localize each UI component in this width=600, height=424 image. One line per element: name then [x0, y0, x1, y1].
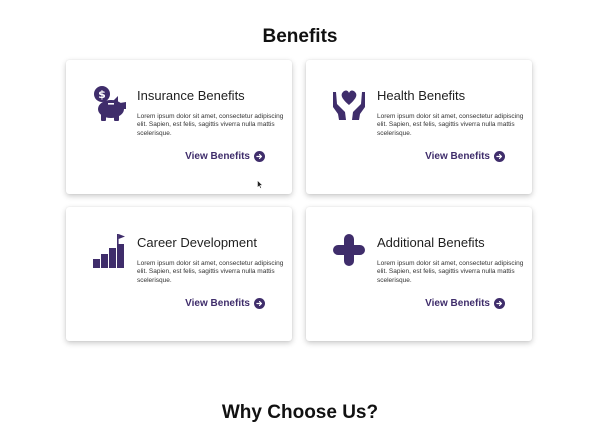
link-label: View Benefits: [425, 151, 490, 162]
view-benefits-link[interactable]: View Benefits: [425, 298, 505, 309]
plus-icon: [331, 231, 367, 269]
arrow-right-circle-icon: [494, 151, 505, 162]
card-title: Additional Benefits: [377, 235, 485, 250]
next-section-title: Why Choose Us?: [221, 402, 379, 423]
section-title: Benefits: [262, 26, 338, 47]
career-growth-icon: [91, 231, 127, 269]
card-description: Lorem ipsum dolor sit amet, consectetur …: [137, 113, 284, 137]
arrow-right-circle-icon: [254, 298, 265, 309]
hands-heart-icon: [331, 84, 367, 122]
view-benefits-link[interactable]: View Benefits: [425, 151, 505, 162]
card-title: Insurance Benefits: [137, 88, 245, 103]
benefit-card-additional: Additional Benefits Lorem ipsum dolor si…: [306, 207, 532, 341]
card-description: Lorem ipsum dolor sit amet, consectetur …: [137, 260, 284, 284]
card-description: Lorem ipsum dolor sit amet, consectetur …: [377, 260, 524, 284]
mouse-cursor-icon: [257, 176, 264, 189]
link-label: View Benefits: [185, 298, 250, 309]
piggy-bank-icon: $: [91, 84, 127, 122]
arrow-right-circle-icon: [494, 298, 505, 309]
view-benefits-link[interactable]: View Benefits: [185, 151, 265, 162]
card-title: Health Benefits: [377, 88, 466, 103]
benefit-card-career: Career Development Lorem ipsum dolor sit…: [66, 207, 292, 341]
view-benefits-link[interactable]: View Benefits: [185, 298, 265, 309]
svg-text:$: $: [98, 88, 106, 101]
card-description: Lorem ipsum dolor sit amet, consectetur …: [377, 113, 524, 137]
card-title: Career Development: [137, 235, 257, 250]
link-label: View Benefits: [185, 151, 250, 162]
link-label: View Benefits: [425, 298, 490, 309]
benefit-card-health: Health Benefits Lorem ipsum dolor sit am…: [306, 60, 532, 194]
benefit-card-insurance: $ Insurance Benefits Lorem ipsum dolor s…: [66, 60, 292, 194]
arrow-right-circle-icon: [254, 151, 265, 162]
